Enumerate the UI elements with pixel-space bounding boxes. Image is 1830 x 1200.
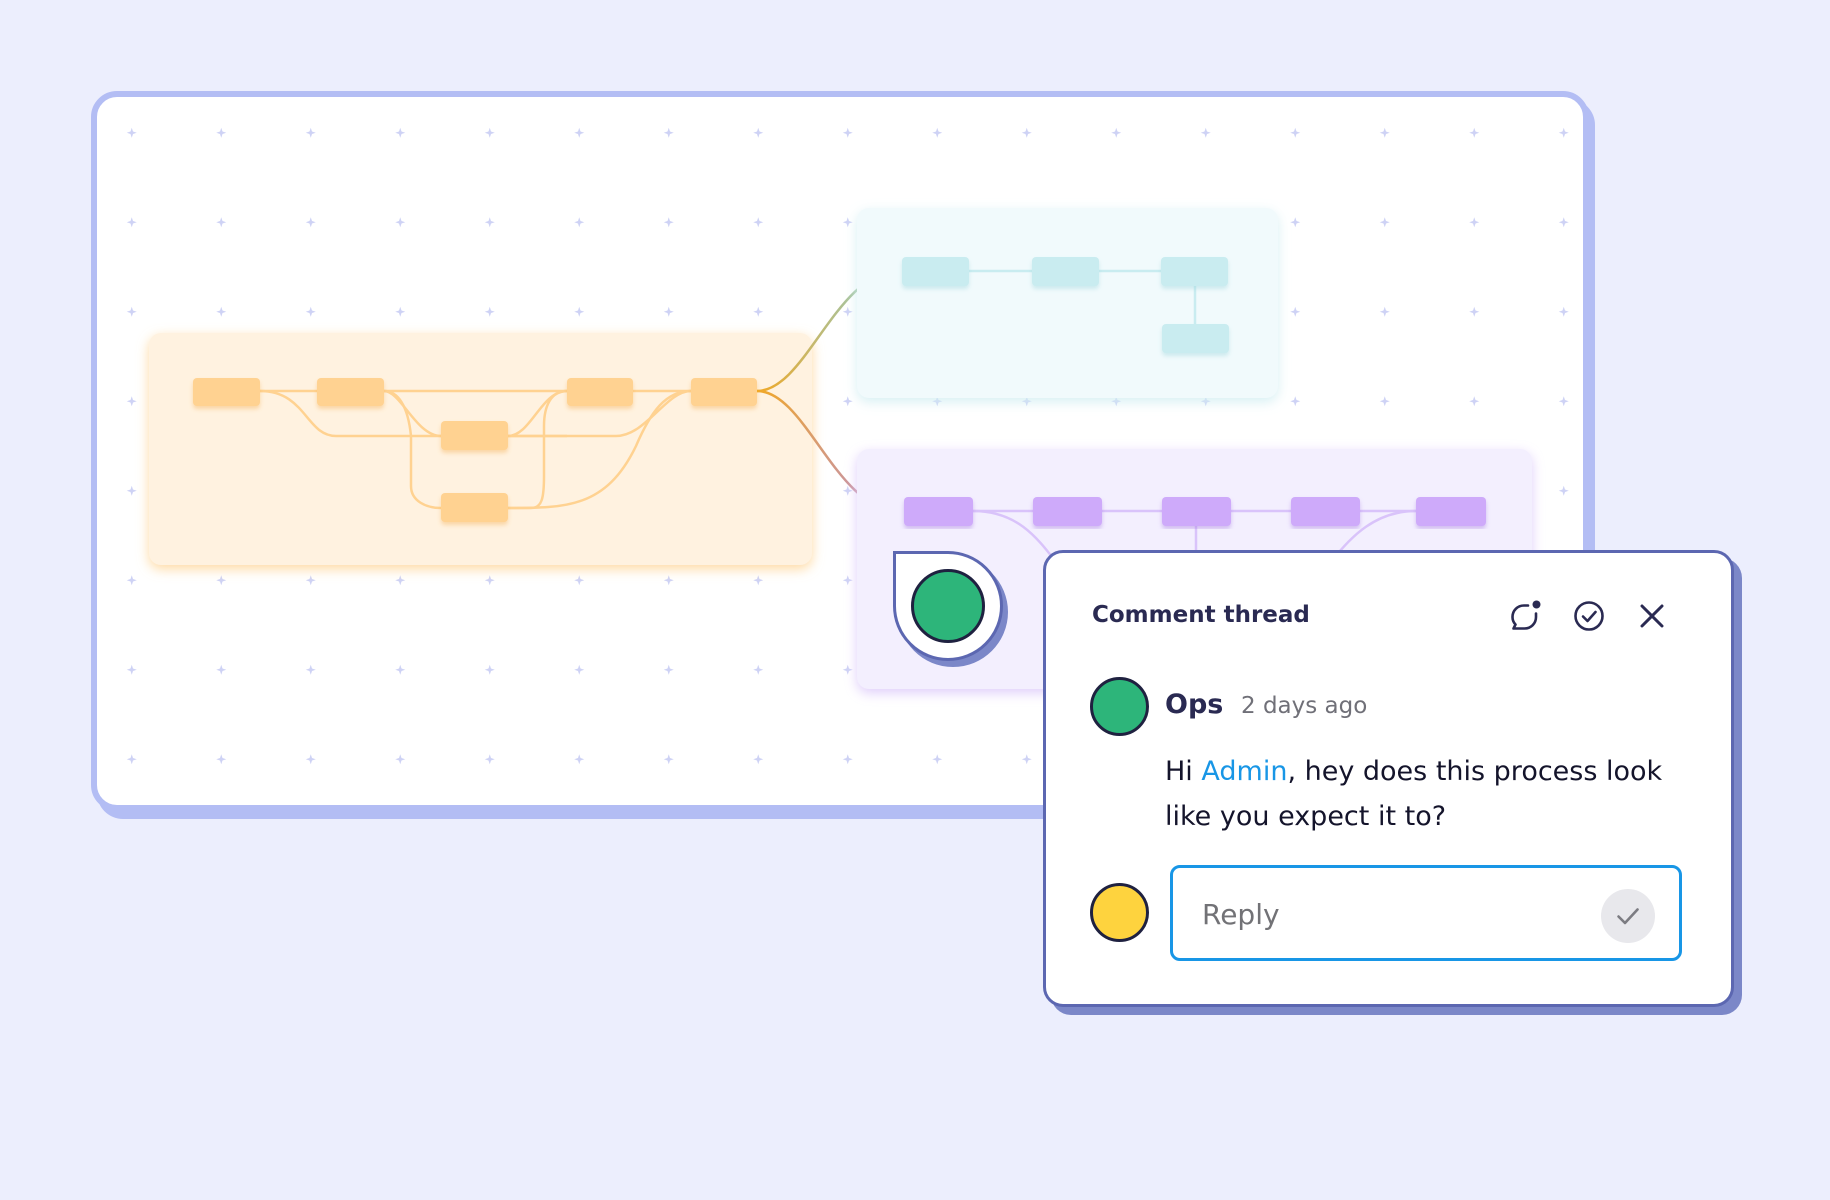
author-avatar bbox=[1090, 677, 1149, 736]
comment-author: Ops bbox=[1165, 689, 1224, 720]
reply-field[interactable] bbox=[1170, 865, 1682, 961]
comment-thread-panel: Comment thread Ops 2 days ago Hi Admin, … bbox=[1043, 550, 1734, 1007]
comment-timestamp: 2 days ago bbox=[1241, 693, 1368, 719]
comment-pin-avatar bbox=[911, 569, 985, 643]
reply-input[interactable] bbox=[1200, 888, 1584, 940]
close-icon[interactable] bbox=[1632, 596, 1672, 636]
process-group-teal bbox=[857, 208, 1278, 398]
comment-badge-icon[interactable] bbox=[1507, 596, 1547, 636]
current-user-avatar bbox=[1090, 883, 1149, 942]
message-text-start: Hi bbox=[1165, 756, 1202, 787]
comment-pin[interactable] bbox=[893, 551, 1003, 661]
check-circle-icon[interactable] bbox=[1569, 596, 1609, 636]
checkmark-icon bbox=[1617, 908, 1639, 925]
comment-message: Hi Admin, hey does this process look lik… bbox=[1165, 749, 1685, 839]
submit-reply-button[interactable] bbox=[1601, 889, 1655, 943]
mention-link[interactable]: Admin bbox=[1201, 756, 1287, 787]
comment-thread-title: Comment thread bbox=[1092, 602, 1310, 628]
